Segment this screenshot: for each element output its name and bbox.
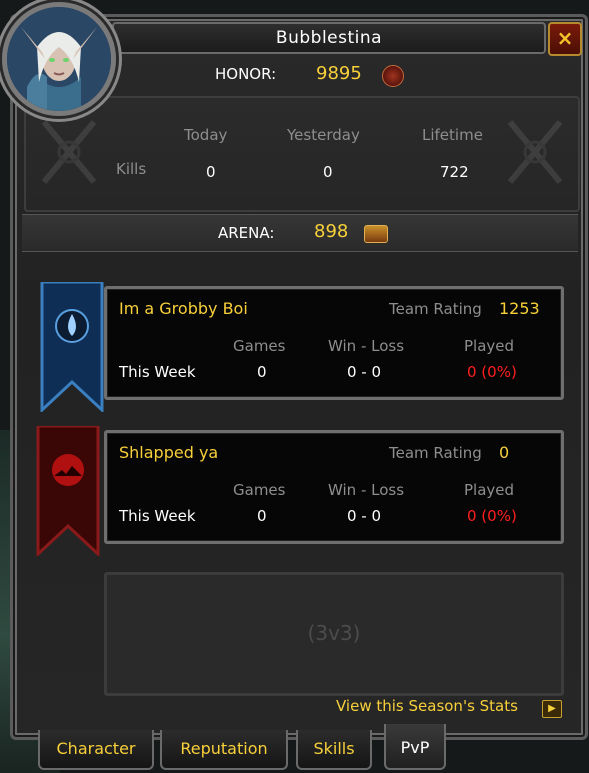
arena-label: ARENA: — [218, 224, 275, 242]
character-portrait — [2, 2, 116, 116]
team2-row-label: This Week — [119, 507, 196, 525]
team1-games-value: 0 — [257, 363, 267, 381]
kills-lifetime-value: 722 — [440, 163, 469, 181]
honor-medal-icon — [382, 65, 404, 87]
team2-win-loss-value: 0 - 0 — [347, 507, 382, 525]
crossed-swords-right-icon — [507, 120, 563, 184]
empty-3v3-label: (3v3) — [307, 621, 361, 645]
close-button[interactable]: × — [548, 22, 582, 56]
team1-played-value: 0 (0%) — [467, 363, 517, 381]
arena-chest-icon — [364, 225, 388, 243]
honor-row: HONOR: 9895 — [112, 60, 578, 90]
tab-skills[interactable]: Skills — [296, 730, 372, 770]
team1-card[interactable]: Im a Grobby Boi Team Rating 1253 Games W… — [104, 286, 564, 400]
team2-banner[interactable] — [36, 426, 100, 556]
team2-rating-value: 0 — [499, 443, 510, 462]
kills-today-value: 0 — [206, 163, 216, 181]
team1-header-win-loss: Win - Loss — [328, 337, 405, 355]
team1-rating-value: 1253 — [499, 299, 540, 318]
kills-panel: Today Yesterday Lifetime Kills 0 0 722 — [24, 96, 580, 212]
kills-header-today: Today — [184, 126, 228, 144]
arena-points-bar: ARENA: 898 — [22, 214, 578, 252]
character-name-title: Bubblestina — [112, 22, 546, 54]
arena-value: 898 — [314, 221, 349, 242]
team2-header-played: Played — [464, 481, 515, 499]
team1-row-label: This Week — [119, 363, 196, 381]
team1-name: Im a Grobby Boi — [119, 299, 248, 318]
tab-character[interactable]: Character — [38, 730, 154, 770]
crossed-swords-left-icon — [41, 120, 97, 184]
kills-row-label: Kills — [116, 160, 147, 178]
tab-reputation[interactable]: Reputation — [160, 730, 288, 770]
team2-played-value: 0 (0%) — [467, 507, 517, 525]
team1-rating-label: Team Rating — [389, 300, 482, 318]
elf-portrait-icon — [7, 7, 111, 111]
honor-value: 9895 — [316, 63, 362, 84]
empty-3v3-slot[interactable]: (3v3) — [104, 572, 564, 696]
view-season-stats-link[interactable]: View this Season's Stats — [336, 697, 518, 715]
tab-pvp[interactable]: PvP — [384, 724, 446, 770]
season-stats-arrow-icon[interactable]: ▶ — [542, 700, 562, 718]
honor-label: HONOR: — [215, 65, 277, 83]
team2-card[interactable]: Shlapped ya Team Rating 0 Games Win - Lo… — [104, 430, 564, 544]
kills-header-lifetime: Lifetime — [422, 126, 483, 144]
team1-header-played: Played — [464, 337, 515, 355]
team2-rating-label: Team Rating — [389, 444, 482, 462]
team1-win-loss-value: 0 - 0 — [347, 363, 382, 381]
kills-header-yesterday: Yesterday — [287, 126, 360, 144]
team1-header-games: Games — [233, 337, 286, 355]
team2-name: Shlapped ya — [119, 443, 219, 462]
team1-banner[interactable] — [40, 282, 104, 412]
kills-yesterday-value: 0 — [323, 163, 333, 181]
team2-games-value: 0 — [257, 507, 267, 525]
team2-header-win-loss: Win - Loss — [328, 481, 405, 499]
team2-header-games: Games — [233, 481, 286, 499]
